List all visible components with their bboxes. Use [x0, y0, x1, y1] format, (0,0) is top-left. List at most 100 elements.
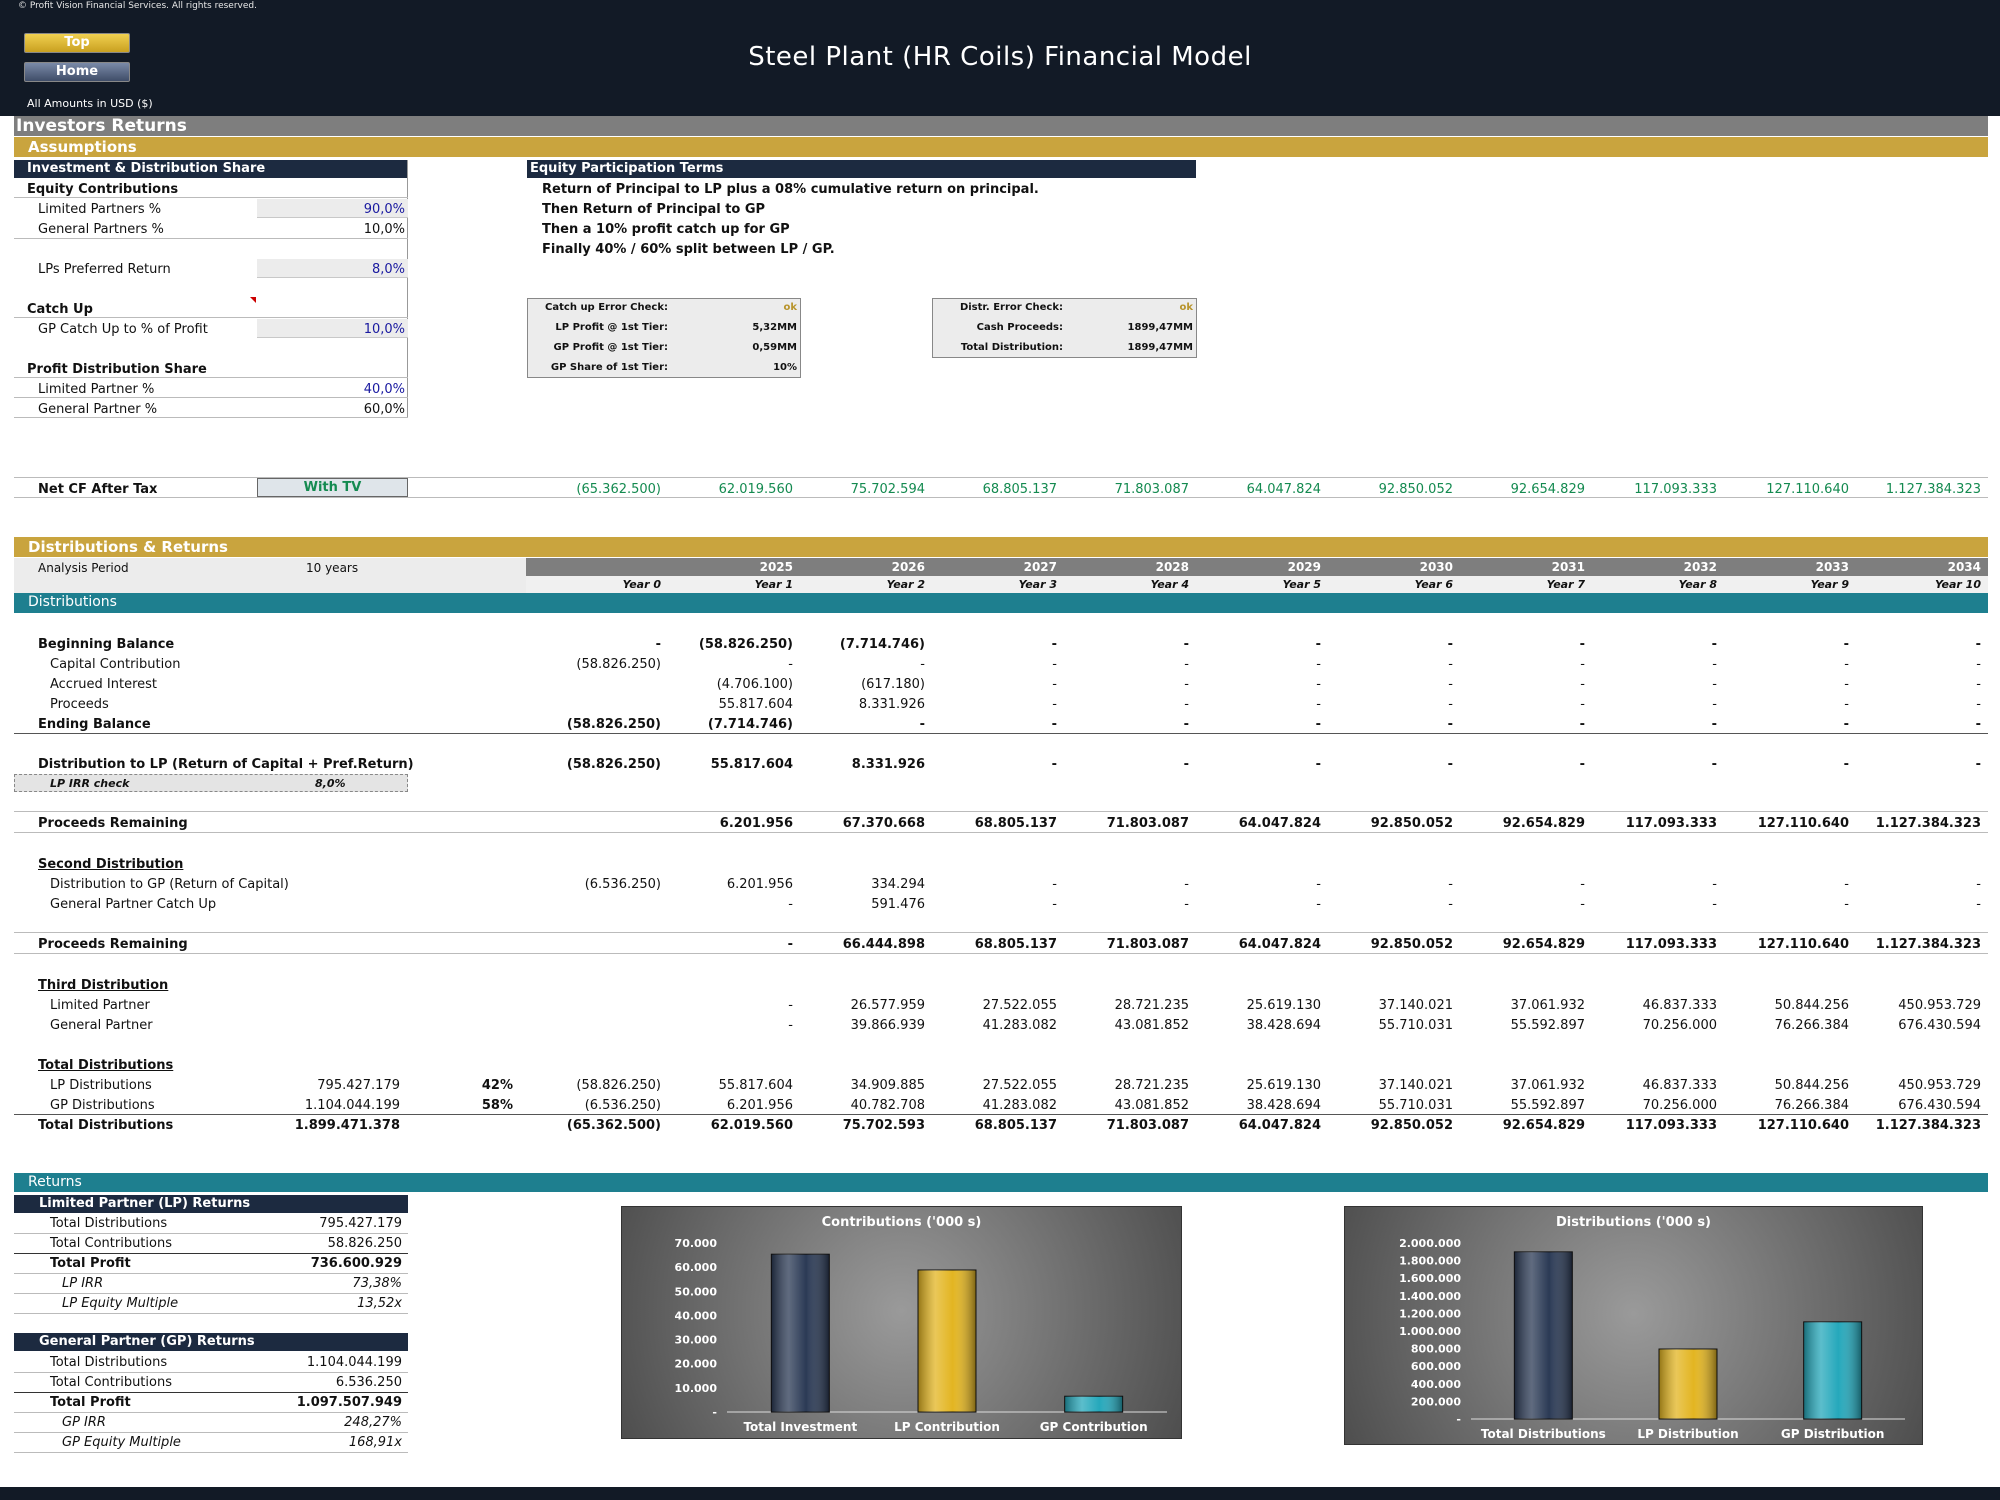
row-cell: 64.047.824	[1238, 937, 1321, 952]
divider	[14, 1253, 408, 1254]
row-cell: 27.522.055	[982, 1078, 1057, 1093]
profit-share-label: Profit Distribution Share	[27, 362, 207, 377]
y-tick-label: 1.800.000	[1399, 1255, 1461, 1268]
catch-up-check-box: Catch up Error Check: ok LP Profit @ 1st …	[527, 298, 801, 378]
returns-label: GP IRR	[62, 1415, 106, 1430]
row-cell: -	[1448, 697, 1453, 712]
divider	[14, 1313, 408, 1314]
row-cell: -	[1316, 877, 1321, 892]
row-cell: 38.428.694	[1246, 1098, 1321, 1113]
row-total: 795.427.179	[317, 1078, 400, 1093]
lp-irr-check-value: 8,0%	[315, 777, 346, 790]
row-cell: 37.140.021	[1378, 998, 1453, 1013]
row-cell: 92.850.052	[1370, 1118, 1453, 1133]
row-cell: 43.081.852	[1114, 1098, 1189, 1113]
net-cf-cell: 71.803.087	[1114, 482, 1189, 497]
row-cell: 70.256.000	[1642, 1098, 1717, 1113]
row-cell: -	[1184, 677, 1189, 692]
year-header-cell: 2028	[1155, 560, 1189, 574]
year-header-cell: 2027	[1023, 560, 1057, 574]
row-cell: (58.826.250)	[576, 657, 661, 672]
bar-shading	[1064, 1396, 1123, 1412]
row-cell: 591.476	[871, 897, 925, 912]
y-tick-label: 50.000	[675, 1285, 718, 1298]
row-cell: -	[1712, 677, 1717, 692]
row-cell: -	[1448, 897, 1453, 912]
y-tick-label: 70.000	[675, 1237, 718, 1250]
row-cell: 6.201.956	[726, 1098, 793, 1113]
year-header-cell: 2025	[759, 560, 793, 574]
y-tick-label: 1.000.000	[1399, 1325, 1461, 1338]
comment-marker-icon	[250, 297, 256, 303]
x-category-label: Total Investment	[743, 1420, 857, 1434]
row-label: Beginning Balance	[38, 637, 175, 652]
returns-label: Total Distributions	[50, 1216, 168, 1231]
row-cell: -	[1580, 897, 1585, 912]
row-cell: 1.127.384.323	[1875, 816, 1981, 831]
row-cell: -	[1580, 677, 1585, 692]
analysis-period-value[interactable]: 10 years	[306, 561, 358, 575]
year-label-cell: Year 0	[622, 578, 661, 591]
row-cell: -	[1051, 757, 1057, 772]
row-cell: 92.850.052	[1370, 937, 1453, 952]
row-cell: (7.714.746)	[707, 717, 793, 732]
row-cell: 127.110.640	[1757, 1118, 1849, 1133]
row-cell: 25.619.130	[1246, 1078, 1321, 1093]
check-value: 5,32MM	[752, 322, 797, 333]
catch-up-pct-value[interactable]: 10,0%	[300, 322, 405, 337]
row-cell: 62.019.560	[710, 1118, 793, 1133]
row-cell: 25.619.130	[1246, 998, 1321, 1013]
terms-line-3: Then a 10% profit catch up for GP	[542, 222, 790, 237]
returns-value: 6.536.250	[335, 1375, 402, 1390]
terms-line-4: Finally 40% / 60% split between LP / GP.	[542, 242, 835, 257]
row-cell: 37.140.021	[1378, 1078, 1453, 1093]
row-cell: 27.522.055	[982, 998, 1057, 1013]
year-header-cell: 2030	[1419, 560, 1453, 574]
pref-return-value[interactable]: 8,0%	[300, 262, 405, 277]
with-tv-selector[interactable]: With TV	[257, 478, 408, 497]
row-cell: 117.093.333	[1625, 1118, 1717, 1133]
returns-title: Returns	[28, 1174, 82, 1190]
row-cell: -	[1448, 677, 1453, 692]
returns-band: Returns	[14, 1173, 1988, 1192]
check-value: 1899,47MM	[1127, 342, 1193, 353]
year-label-cell: Year 4	[1150, 578, 1189, 591]
row-cell: 66.444.898	[842, 937, 925, 952]
check-label: Cash Proceeds:	[976, 322, 1063, 333]
row-cell: 55.817.604	[710, 757, 793, 772]
year-header-cell: 2026	[891, 560, 925, 574]
row-label: Total Distributions	[38, 1118, 174, 1133]
x-category-label: GP Distribution	[1781, 1427, 1885, 1441]
check-value: ok	[1179, 302, 1193, 313]
row-cell: 26.577.959	[850, 998, 925, 1013]
equity-contributions-label: Equity Contributions	[27, 182, 179, 197]
row-cell: (58.826.250)	[576, 1078, 661, 1093]
currency-note: All Amounts in USD ($)	[27, 97, 153, 110]
gp-percent-value: 10,0%	[363, 222, 405, 237]
divider	[14, 497, 1988, 498]
net-cf-cell: 117.093.333	[1634, 482, 1717, 497]
distributions-returns-band: Distributions & Returns	[14, 537, 1988, 557]
row-cell: (58.826.250)	[698, 637, 793, 652]
row-cell: -	[655, 637, 661, 652]
lp-share-value[interactable]: 40,0%	[300, 382, 405, 397]
net-cf-cell: 64.047.824	[1246, 482, 1321, 497]
row-cell: -	[1975, 757, 1981, 772]
row-cell: -	[1843, 637, 1849, 652]
check-label: GP Profit @ 1st Tier:	[553, 342, 668, 353]
row-cell: 92.850.052	[1370, 816, 1453, 831]
row-cell: -	[1184, 697, 1189, 712]
year-label-cell: Year 5	[1282, 578, 1321, 591]
row-cell: 76.266.384	[1774, 1098, 1849, 1113]
row-cell: -	[1315, 717, 1321, 732]
row-cell: -	[1447, 757, 1453, 772]
row-cell: 41.283.082	[982, 1018, 1057, 1033]
returns-value: 73,38%	[352, 1276, 402, 1291]
returns-label: Total Distributions	[50, 1355, 168, 1370]
row-cell: -	[788, 657, 793, 672]
net-cf-cell: 127.110.640	[1766, 482, 1849, 497]
row-label: GP Distributions	[50, 1098, 155, 1113]
lp-percent-value[interactable]: 90,0%	[300, 202, 405, 217]
divider	[14, 317, 408, 318]
gp-share-value: 60,0%	[363, 402, 405, 417]
